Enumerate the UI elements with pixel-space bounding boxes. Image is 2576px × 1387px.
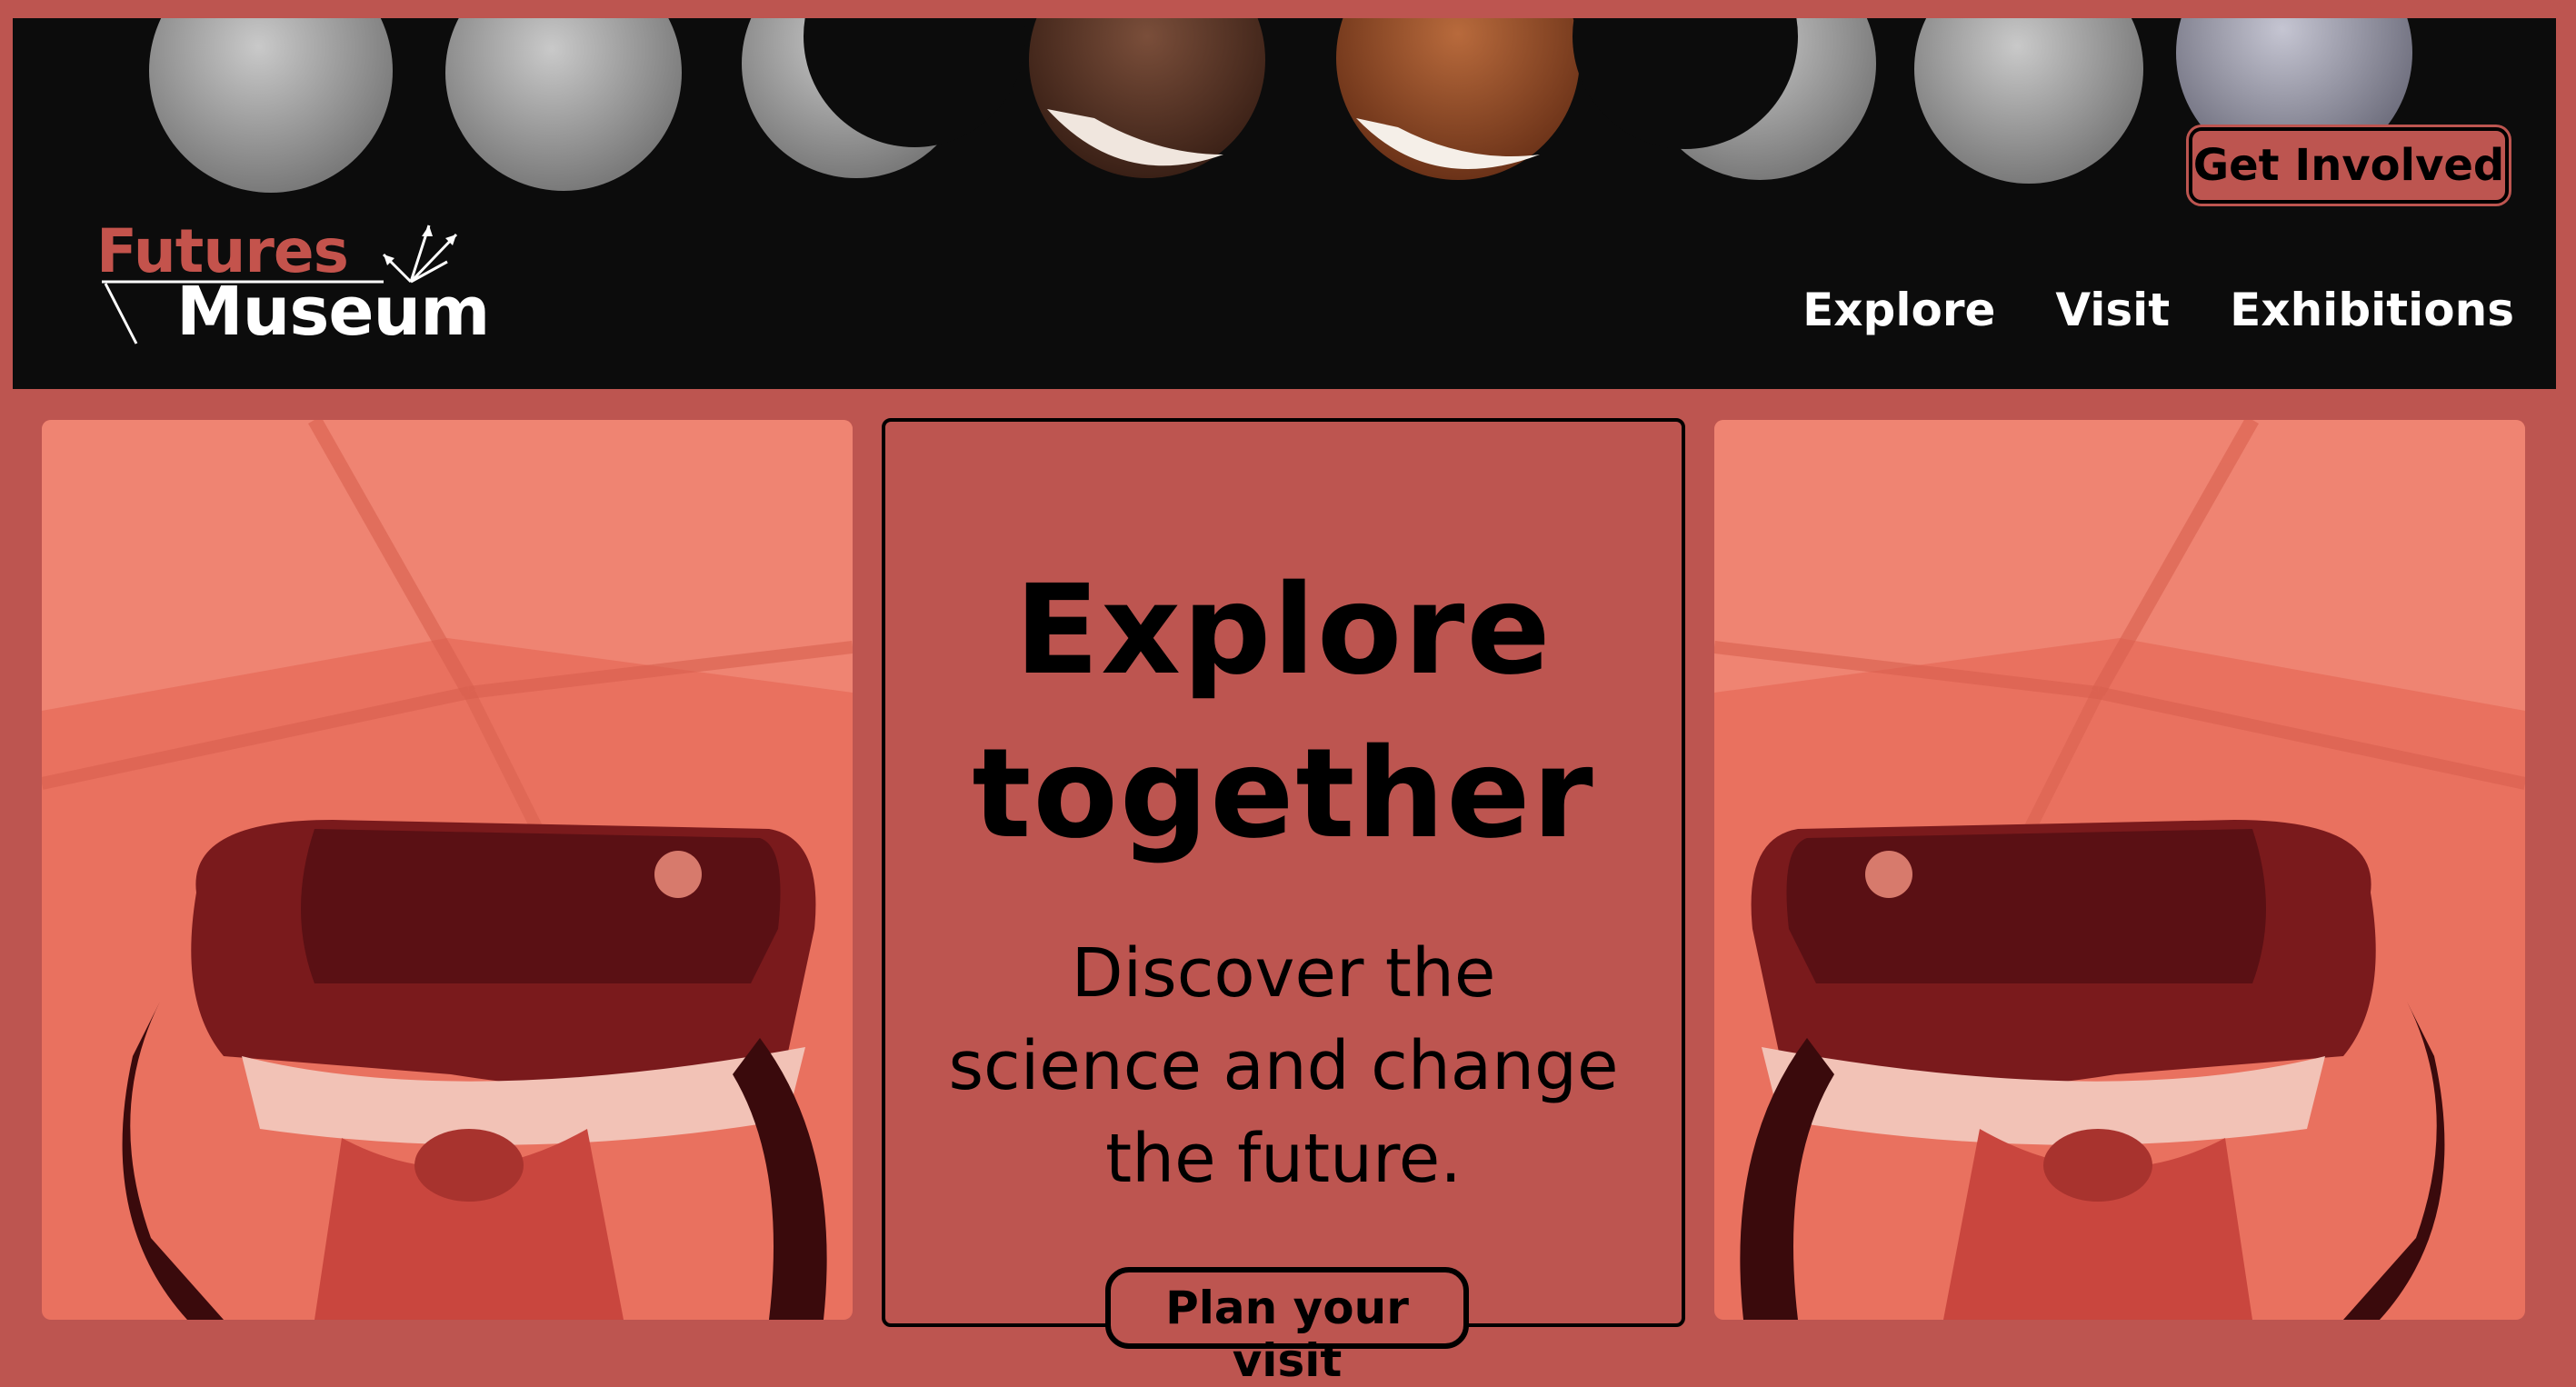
eclipse-banner-image xyxy=(149,18,2412,193)
nav-visit[interactable]: Visit xyxy=(2055,284,2170,336)
hero-title: Explore together xyxy=(885,549,1682,876)
hero-title-line1: Explore xyxy=(1014,559,1553,703)
hero-subtitle-line3: the future. xyxy=(1105,1120,1462,1198)
logo-museum-text: Museum xyxy=(176,273,490,351)
hero-subtitle: Discover the science and change the futu… xyxy=(920,927,1647,1205)
site-header: Futures Museum Get Involved Explore Visi… xyxy=(13,18,2556,389)
nav-exhibitions[interactable]: Exhibitions xyxy=(2230,284,2514,336)
hero-card: Explore together Discover the science an… xyxy=(882,418,1685,1387)
plan-visit-button[interactable]: Plan your visit xyxy=(1105,1267,1469,1387)
hero-subtitle-line1: Discover the xyxy=(1071,934,1496,1013)
hero-title-line2: together xyxy=(972,723,1595,866)
get-involved-button[interactable]: Get Involved xyxy=(2189,127,2509,204)
vr-headset-image-right xyxy=(1714,420,2525,1320)
nav-explore[interactable]: Explore xyxy=(1802,284,1995,336)
museum-logo[interactable]: Futures Museum xyxy=(84,207,520,362)
main-nav: Explore Visit Exhibitions xyxy=(1742,284,2514,336)
vr-headset-image-left xyxy=(42,420,853,1320)
hero-subtitle-line2: science and change xyxy=(948,1027,1619,1105)
